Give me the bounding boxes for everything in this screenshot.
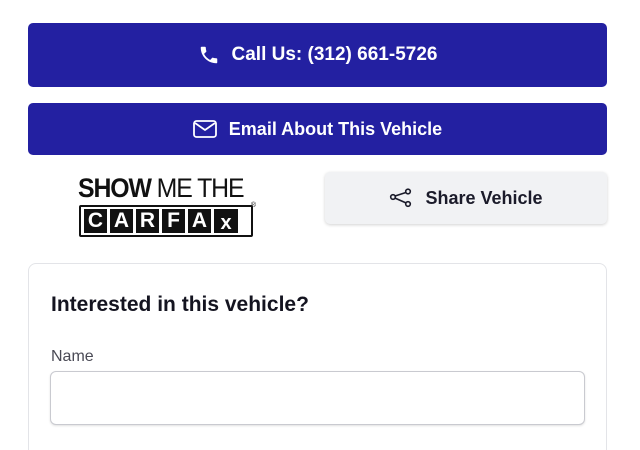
share-icon (389, 188, 413, 208)
phone-icon (198, 44, 220, 66)
name-field-label: Name (51, 348, 94, 365)
carfax-letter: A (188, 209, 211, 233)
share-vehicle-label: Share Vehicle (425, 187, 543, 208)
carfax-x-letter: x (214, 209, 238, 233)
carfax-letter: R (136, 209, 159, 233)
inquiry-form-title: Interested in this vehicle? (51, 293, 309, 316)
email-about-vehicle-button[interactable]: Email About This Vehicle (28, 103, 607, 155)
carfax-logo-link[interactable]: SHOW ME THE C A R F A x ® (78, 175, 260, 238)
name-input[interactable] (50, 371, 585, 425)
vehicle-contact-panel: Call Us: (312) 661-5726 Email About This… (0, 0, 640, 450)
carfax-letter: F (162, 209, 185, 233)
carfax-letter: C (84, 209, 107, 233)
email-about-vehicle-label: Email About This Vehicle (228, 118, 443, 139)
call-us-button[interactable]: Call Us: (312) 661-5726 (28, 23, 607, 87)
carfax-letter: A (110, 209, 133, 233)
carfax-headline: SHOW ME THE (78, 173, 245, 203)
call-us-label: Call Us: (312) 661-5726 (231, 44, 438, 65)
carfax-wordmark: C A R F A x (79, 205, 253, 237)
envelope-icon (192, 120, 217, 138)
inquiry-form-card: Interested in this vehicle? Name (28, 263, 607, 450)
registered-mark: ® (250, 202, 256, 209)
share-vehicle-button[interactable]: Share Vehicle (325, 172, 607, 224)
